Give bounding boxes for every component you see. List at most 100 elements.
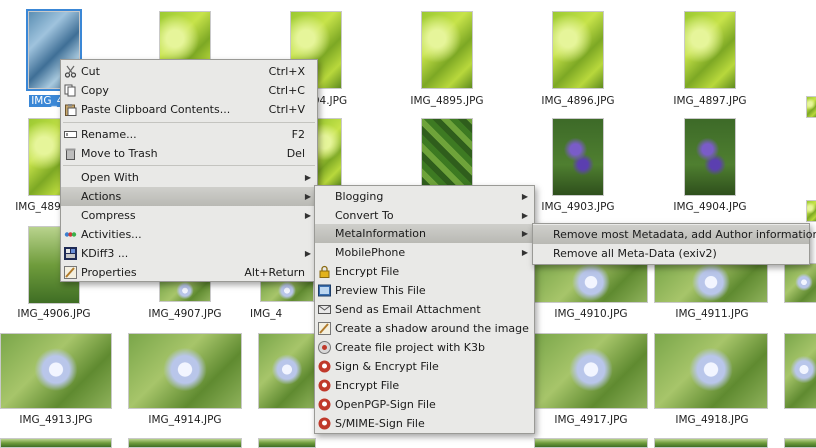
thumbnail[interactable] bbox=[258, 333, 316, 409]
thumbnail[interactable] bbox=[159, 280, 211, 302]
menu-item-shortcut: Ctrl+C bbox=[268, 84, 305, 97]
menu-item-remove-most-metadata[interactable]: Remove most Metadata, add Author informa… bbox=[533, 225, 816, 244]
file-name[interactable]: IMG_4 bbox=[250, 308, 310, 320]
menu-item-copy[interactable]: Copy Ctrl+C bbox=[61, 81, 317, 100]
thumbnail-partial[interactable] bbox=[784, 263, 816, 303]
thumbnail[interactable] bbox=[552, 11, 604, 89]
menu-item-label: Open With bbox=[81, 171, 139, 184]
file-name[interactable]: IMG_4896.JPG bbox=[518, 95, 638, 107]
thumbnail-partial[interactable] bbox=[128, 438, 242, 448]
menu-item-preview-this-file[interactable]: Preview This File bbox=[315, 281, 534, 300]
menu-item-label: Create file project with K3b bbox=[335, 341, 485, 354]
file-name[interactable]: IMG_4914.JPG bbox=[125, 414, 245, 426]
copy-icon bbox=[64, 84, 76, 97]
submenu-arrow-icon: ▶ bbox=[304, 211, 311, 220]
menu-item-label: Create a shadow around the image bbox=[335, 322, 529, 335]
file-name[interactable]: IMG_4906.JPG bbox=[0, 308, 114, 320]
menu-item-label: OpenPGP-Sign File bbox=[335, 398, 436, 411]
gpg-icon bbox=[318, 417, 331, 430]
thumbnail[interactable] bbox=[654, 333, 768, 409]
gpg-icon bbox=[318, 360, 331, 373]
file-name[interactable]: IMG_4897.JPG bbox=[650, 95, 770, 107]
submenu-arrow-icon: ▶ bbox=[304, 192, 311, 201]
thumbnail[interactable] bbox=[260, 280, 314, 302]
activities-icon bbox=[64, 232, 77, 237]
menu-item-shortcut: Ctrl+X bbox=[268, 65, 305, 78]
menu-item-label: Activities... bbox=[81, 228, 142, 241]
menu-item-metainformation[interactable]: MetaInformation ▶ bbox=[315, 224, 534, 243]
file-name[interactable]: IMG_4918.JPG bbox=[652, 414, 772, 426]
thumbnail[interactable] bbox=[684, 118, 736, 196]
thumbnail[interactable] bbox=[128, 333, 242, 409]
thumbnail-partial[interactable] bbox=[806, 200, 816, 222]
actions-submenu: Blogging ▶ Convert To ▶ MetaInformation … bbox=[314, 185, 535, 434]
menu-item-shortcut: F2 bbox=[291, 128, 305, 141]
menu-item-properties[interactable]: Properties Alt+Return bbox=[61, 263, 317, 282]
thumbnail[interactable] bbox=[654, 263, 768, 303]
menu-item-send-email-attachment[interactable]: Send as Email Attachment bbox=[315, 300, 534, 319]
file-name[interactable]: IMG_4910.JPG bbox=[531, 308, 651, 320]
menu-item-compress[interactable]: Compress ▶ bbox=[61, 206, 317, 225]
menu-item-label: Move to Trash bbox=[81, 147, 158, 160]
file-name[interactable]: IMG_4913.JPG bbox=[0, 414, 116, 426]
gpg-icon bbox=[318, 379, 331, 392]
thumbnail-partial[interactable] bbox=[784, 438, 816, 448]
menu-item-activities[interactable]: Activities... bbox=[61, 225, 317, 244]
submenu-arrow-icon: ▶ bbox=[521, 192, 528, 201]
thumbnail[interactable] bbox=[534, 333, 648, 409]
preview-icon bbox=[318, 284, 331, 297]
thumbnail[interactable] bbox=[684, 11, 736, 89]
file-name[interactable]: IMG_4907.JPG bbox=[125, 308, 245, 320]
thumbnail-partial[interactable] bbox=[534, 438, 648, 448]
menu-item-label: Compress bbox=[81, 209, 136, 222]
menu-item-smime-sign[interactable]: S/MIME-Sign File bbox=[315, 414, 534, 433]
file-name[interactable]: IMG_4911.JPG bbox=[652, 308, 772, 320]
thumbnail[interactable] bbox=[534, 263, 648, 303]
thumbnail[interactable] bbox=[552, 118, 604, 196]
menu-item-encrypt-file[interactable]: Encrypt File bbox=[315, 262, 534, 281]
thumbnail-partial[interactable] bbox=[806, 96, 816, 118]
menu-item-kdiff3[interactable]: KDiff3 ... ▶ bbox=[61, 244, 317, 263]
thumbnail-partial[interactable] bbox=[258, 438, 316, 448]
menu-item-create-shadow[interactable]: Create a shadow around the image bbox=[315, 319, 534, 338]
menu-item-actions[interactable]: Actions ▶ bbox=[61, 187, 317, 206]
menu-item-blogging[interactable]: Blogging ▶ bbox=[315, 187, 534, 206]
thumbnail-partial[interactable] bbox=[784, 333, 816, 409]
menu-item-rename[interactable]: Rename... F2 bbox=[61, 125, 317, 144]
menu-item-k3b-project[interactable]: Create file project with K3b bbox=[315, 338, 534, 357]
menu-item-paste[interactable]: Paste Clipboard Contents... Ctrl+V bbox=[61, 100, 317, 119]
thumbnail[interactable] bbox=[421, 11, 473, 89]
menu-item-label: Send as Email Attachment bbox=[335, 303, 481, 316]
menu-item-label: Sign & Encrypt File bbox=[335, 360, 439, 373]
submenu-arrow-icon: ▶ bbox=[521, 229, 528, 238]
file-name[interactable]: IMG_4895.JPG bbox=[387, 95, 507, 107]
menu-item-encrypt-file-gpg[interactable]: Encrypt File bbox=[315, 376, 534, 395]
file-name[interactable]: IMG_4903.JPG bbox=[518, 201, 638, 213]
menu-item-label: MobilePhone bbox=[335, 246, 406, 259]
menu-item-openpgp-sign[interactable]: OpenPGP-Sign File bbox=[315, 395, 534, 414]
kdiff3-icon bbox=[64, 247, 77, 260]
context-menu: Cut Ctrl+X Copy Ctrl+C Paste Clipboard C… bbox=[60, 59, 318, 282]
menu-item-remove-all-metadata[interactable]: Remove all Meta-Data (exiv2) bbox=[533, 244, 809, 263]
thumbnail[interactable] bbox=[421, 118, 473, 186]
menu-item-cut[interactable]: Cut Ctrl+X bbox=[61, 62, 317, 81]
menu-item-move-to-trash[interactable]: Move to Trash Del bbox=[61, 144, 317, 163]
lock-icon bbox=[319, 265, 330, 278]
gpg-icon bbox=[318, 398, 331, 411]
thumbnail-partial[interactable] bbox=[654, 438, 768, 448]
menu-item-mobilephone[interactable]: MobilePhone ▶ bbox=[315, 243, 534, 262]
menu-item-sign-encrypt[interactable]: Sign & Encrypt File bbox=[315, 357, 534, 376]
file-name[interactable]: IMG_4917.JPG bbox=[531, 414, 651, 426]
submenu-arrow-icon: ▶ bbox=[521, 248, 528, 257]
thumbnail[interactable] bbox=[316, 118, 342, 186]
thumbnail-partial[interactable] bbox=[0, 438, 112, 448]
menu-separator bbox=[63, 122, 315, 123]
menu-item-label: Convert To bbox=[335, 209, 394, 222]
rename-icon bbox=[64, 131, 77, 138]
file-name[interactable]: IMG_4904.JPG bbox=[650, 201, 770, 213]
mail-icon bbox=[318, 305, 331, 314]
menu-item-open-with[interactable]: Open With ▶ bbox=[61, 168, 317, 187]
menu-item-convert-to[interactable]: Convert To ▶ bbox=[315, 206, 534, 225]
thumbnail[interactable] bbox=[0, 333, 112, 409]
metainformation-submenu: Remove most Metadata, add Author informa… bbox=[532, 223, 816, 265]
